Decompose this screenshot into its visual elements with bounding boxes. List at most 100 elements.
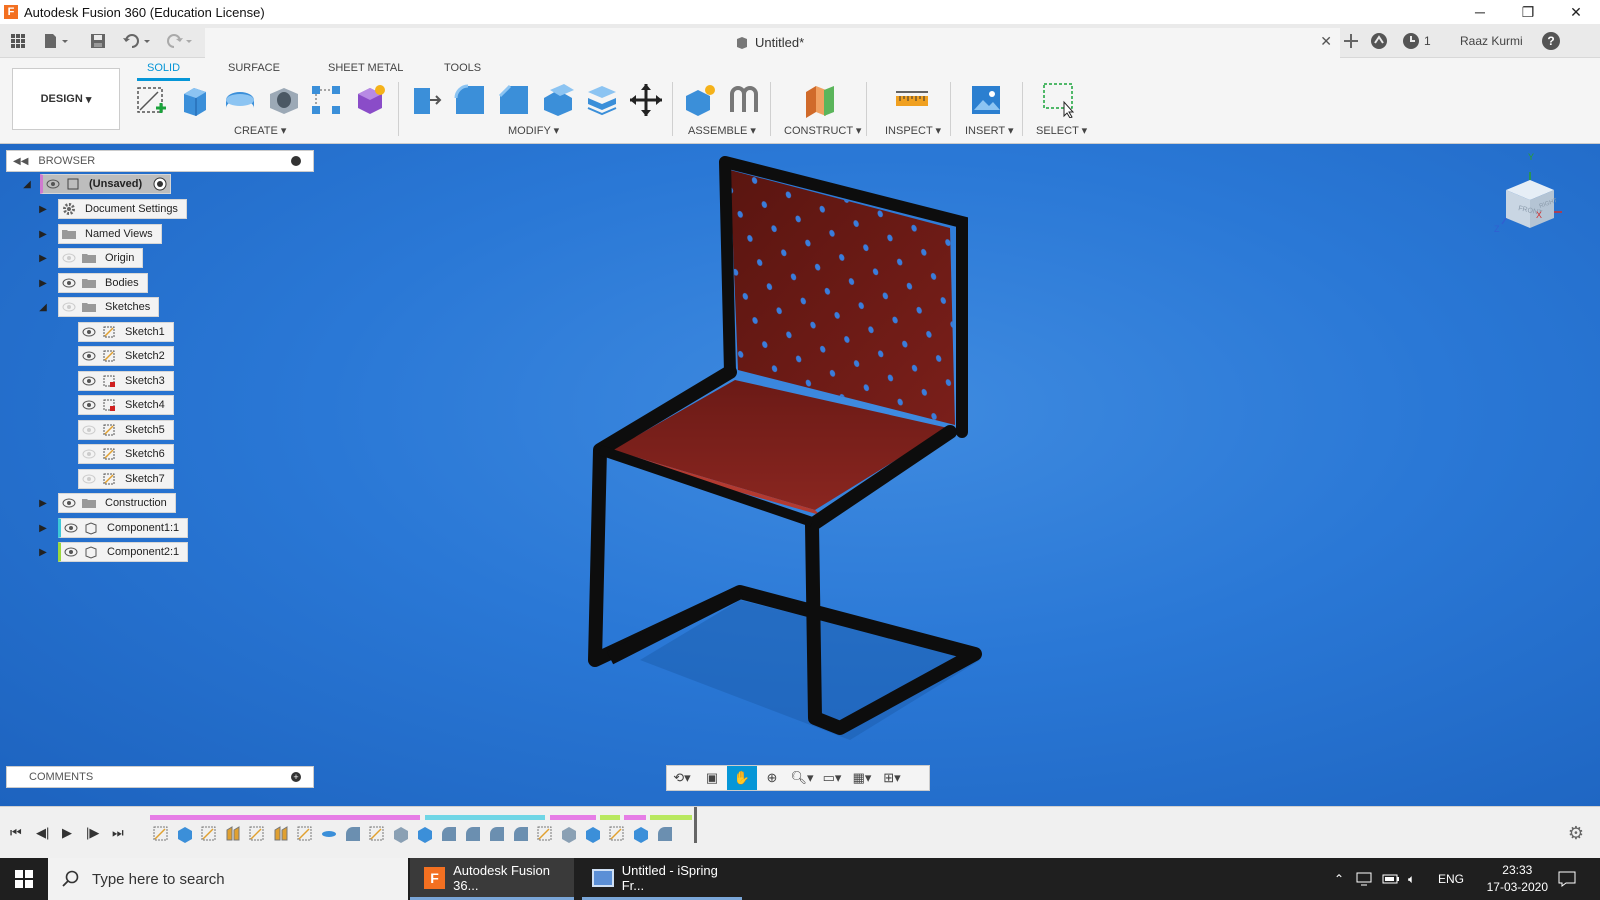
timeline-fillet-icon[interactable] [656, 825, 674, 843]
activate-radio-icon[interactable] [150, 175, 170, 193]
timeline-revolve-icon[interactable] [272, 825, 290, 843]
timeline-move-icon[interactable] [632, 825, 650, 843]
tree-item-sketch[interactable]: Sketch7 [78, 469, 174, 489]
create-form-icon[interactable] [352, 82, 388, 118]
eye-hidden-icon[interactable] [79, 421, 99, 439]
timeline-revolve-icon[interactable] [224, 825, 242, 843]
3d-viewport[interactable]: ◀◀ BROWSER ◢ (Unsaved) ▶ Document Settin… [0, 144, 1600, 806]
language-indicator[interactable]: ENG [1438, 858, 1464, 900]
browser-panel-header[interactable]: ◀◀ BROWSER [6, 150, 314, 172]
hole-icon[interactable] [266, 82, 302, 118]
notifications-icon[interactable] [1558, 858, 1576, 900]
tab-surface[interactable]: SURFACE [218, 62, 290, 78]
expand-triangle-icon[interactable]: ▶ [38, 229, 48, 240]
timeline-extrude-icon[interactable] [176, 825, 194, 843]
expand-triangle-icon[interactable]: ▶ [38, 204, 48, 215]
close-window-button[interactable]: ✕ [1552, 0, 1600, 24]
expand-triangle-icon[interactable]: ▶ [38, 547, 48, 558]
tree-item-bodies[interactable]: ▶ Bodies [38, 273, 148, 293]
grid-settings-icon[interactable]: ▦▾ [847, 766, 877, 790]
job-status[interactable]: 1 [1402, 30, 1431, 52]
assemble-group[interactable]: ASSEMBLE ▾ [688, 124, 756, 137]
tab-solid[interactable]: SOLID [137, 62, 191, 81]
timeline-marker[interactable] [694, 807, 697, 843]
tree-root-row[interactable]: ◢ (Unsaved) [22, 174, 172, 194]
eye-icon[interactable] [59, 274, 79, 292]
offset-plane-icon[interactable] [802, 82, 838, 118]
timeline-fillet-icon[interactable] [488, 825, 506, 843]
revolve-icon[interactable] [222, 82, 258, 118]
file-menu-icon[interactable] [40, 30, 72, 52]
fit-icon[interactable]: 🔍︎▾ [787, 766, 817, 790]
tree-item-construction[interactable]: ▶ Construction [38, 493, 176, 513]
comments-panel-header[interactable]: COMMENTS + [6, 766, 314, 788]
select-window-icon[interactable] [1042, 82, 1078, 118]
collapse-panel-icon[interactable]: ◀◀ [13, 156, 28, 167]
expand-triangle-icon[interactable]: ▶ [38, 278, 48, 289]
document-tab[interactable]: Untitled* ✕ [205, 28, 1340, 58]
eye-icon[interactable] [61, 543, 81, 561]
minimize-button[interactable]: ─ [1456, 0, 1504, 24]
tree-item-sketch[interactable]: Sketch5 [78, 420, 174, 440]
eye-hidden-icon[interactable] [79, 445, 99, 463]
go-to-end-icon[interactable]: ⏭ [112, 825, 124, 841]
timeline-fillet-icon[interactable] [464, 825, 482, 843]
tree-item-origin[interactable]: ▶ Origin [38, 248, 144, 268]
eye-icon[interactable] [79, 347, 99, 365]
joint-icon[interactable] [726, 82, 762, 118]
collapse-triangle-icon[interactable]: ◢ [38, 302, 48, 313]
inspect-group[interactable]: INSPECT ▾ [885, 124, 941, 137]
pan-hand-icon[interactable]: ✋ [727, 766, 757, 790]
battery-icon[interactable] [1382, 858, 1400, 900]
chamfer-icon[interactable] [496, 82, 532, 118]
timeline-sketch-icon[interactable] [152, 825, 170, 843]
timeline-sketch-icon[interactable] [536, 825, 554, 843]
user-menu[interactable]: Raaz Kurmi [1460, 30, 1523, 52]
timeline-settings-gear-icon[interactable]: ⚙ [1568, 823, 1584, 844]
pattern-icon[interactable] [308, 82, 344, 118]
timeline-box-icon[interactable] [392, 825, 410, 843]
data-panel-grid-icon[interactable] [8, 30, 28, 52]
tree-item-sketches[interactable]: ◢ Sketches [38, 297, 160, 317]
tree-item-document-settings[interactable]: ▶ Document Settings [38, 199, 187, 219]
expand-triangle-icon[interactable]: ▶ [38, 253, 48, 264]
create-sketch-icon[interactable] [134, 82, 170, 118]
timeline-fillet-icon[interactable] [440, 825, 458, 843]
redo-icon[interactable] [162, 30, 196, 52]
step-back-icon[interactable]: ◀| [36, 825, 49, 841]
eye-icon[interactable] [79, 396, 99, 414]
timeline-box-icon[interactable] [560, 825, 578, 843]
fillet-icon[interactable] [452, 82, 488, 118]
collapse-triangle-icon[interactable]: ◢ [22, 179, 32, 190]
move-icon[interactable] [628, 82, 664, 118]
windows-start-icon[interactable] [0, 858, 48, 900]
extensions-icon[interactable] [1370, 30, 1388, 52]
show-hidden-icons-icon[interactable]: ⌃ [1334, 858, 1344, 900]
insert-image-icon[interactable] [968, 82, 1004, 118]
step-forward-icon[interactable]: |▶ [86, 825, 99, 841]
timeline-sketch-icon[interactable] [248, 825, 266, 843]
chair-model[interactable] [560, 144, 1000, 744]
play-icon[interactable]: ▶ [62, 825, 72, 841]
restore-button[interactable]: ❐ [1504, 0, 1552, 24]
display-settings-icon[interactable]: ▭▾ [817, 766, 847, 790]
extrude-icon[interactable] [178, 82, 214, 118]
tree-item-named-views[interactable]: ▶ Named Views [38, 224, 162, 244]
tab-sheet-metal[interactable]: SHEET METAL [318, 62, 413, 78]
timeline-move-icon[interactable] [416, 825, 434, 843]
measure-icon[interactable] [894, 82, 930, 118]
shell-icon[interactable] [540, 82, 576, 118]
new-tab-icon[interactable] [1342, 30, 1360, 52]
workspace-switcher[interactable]: DESIGN ▾ [12, 68, 120, 130]
tree-item-component2[interactable]: ▶ Component2:1 [38, 542, 189, 562]
tree-item-sketch[interactable]: Sketch1 [78, 322, 174, 342]
eye-icon[interactable] [79, 372, 99, 390]
panel-minimize-icon[interactable] [291, 156, 301, 166]
tree-item-sketch[interactable]: Sketch3 [78, 371, 174, 391]
create-group[interactable]: CREATE ▾ [234, 124, 286, 137]
timeline-sketch-icon[interactable] [608, 825, 626, 843]
eye-icon[interactable] [59, 494, 79, 512]
go-to-start-icon[interactable]: ⏮ [10, 825, 22, 841]
tree-item-component1[interactable]: ▶ Component1:1 [38, 518, 189, 538]
tree-item-sketch[interactable]: Sketch2 [78, 346, 174, 366]
